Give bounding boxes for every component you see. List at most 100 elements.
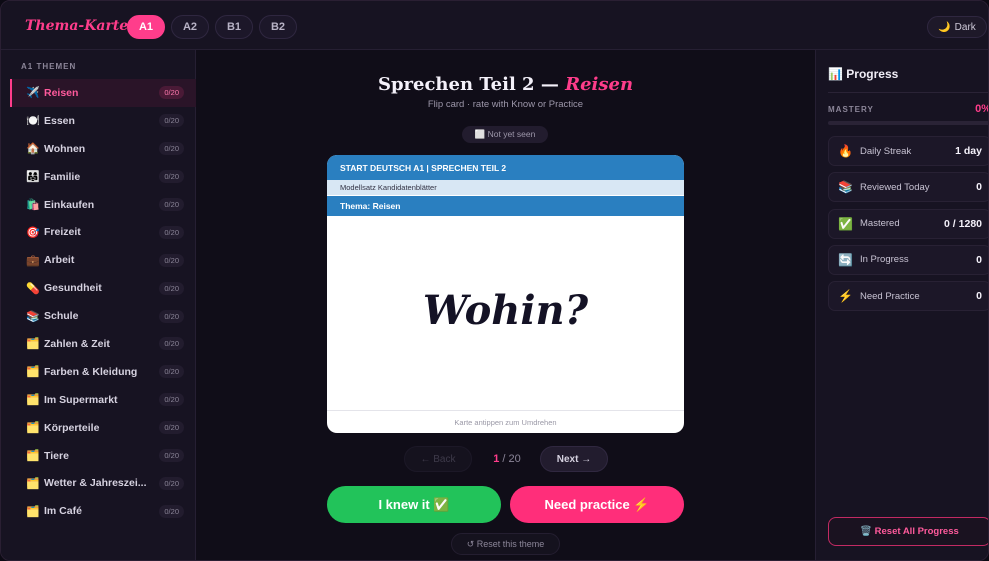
progress-title: 📊 Progress bbox=[828, 67, 899, 81]
books-icon: 📚 bbox=[26, 310, 40, 323]
topic-label: Körperteile bbox=[44, 421, 100, 434]
folder-icon: 🗂️ bbox=[26, 422, 40, 435]
app-logo: Thema-Karten bbox=[25, 18, 139, 34]
sidebar-item-farben-kleidung[interactable]: 🗂️ Farben & Kleidung 0/20 bbox=[10, 358, 196, 386]
topic-count-badge: 0/20 bbox=[159, 309, 184, 323]
main-content: Sprechen Teil 2 — Reisen Flip card · rat… bbox=[196, 50, 815, 560]
topic-label: Gesundheit bbox=[44, 282, 102, 295]
books-icon: 📚 bbox=[838, 180, 853, 195]
sidebar-item-im-cafe[interactable]: 🗂️ Im Café 0/20 bbox=[10, 497, 196, 525]
sidebar-item-tiere[interactable]: 🗂️ Tiere 0/20 bbox=[10, 442, 196, 470]
sidebar-item-familie[interactable]: 👨‍👩‍👧 Familie 0/20 bbox=[10, 163, 196, 191]
page-title: Sprechen Teil 2 — Reisen bbox=[196, 74, 815, 95]
stat-value: 0 bbox=[976, 181, 982, 194]
page-subtitle: Flip card · rate with Know or Practice bbox=[427, 99, 584, 110]
stat-label: Daily Streak bbox=[860, 145, 912, 157]
lightning-icon: ⚡ bbox=[838, 289, 853, 304]
total-card-count: / 20 bbox=[502, 453, 521, 465]
stat-in-progress: 🔄 In Progress 0 bbox=[828, 244, 988, 275]
topic-count-badge: 0/20 bbox=[159, 253, 184, 267]
stat-value: 0 bbox=[976, 290, 982, 303]
back-button[interactable]: ← Back bbox=[404, 446, 472, 472]
mastery-label: MASTERY bbox=[828, 105, 874, 114]
page-title-topic: Reisen bbox=[565, 74, 634, 95]
topic-count-badge: 0/20 bbox=[159, 142, 184, 156]
stat-need-practice: ⚡ Need Practice 0 bbox=[828, 281, 988, 312]
sidebar-item-gesundheit[interactable]: 💊 Gesundheit 0/20 bbox=[10, 274, 196, 302]
sidebar-item-reisen[interactable]: ✈️ Reisen 0/20 bbox=[10, 79, 196, 107]
topic-label: Reisen bbox=[44, 86, 79, 99]
topic-label: Farben & Kleidung bbox=[44, 365, 138, 378]
card-status-badge: ⬜ Not yet seen bbox=[462, 126, 548, 143]
card-navigation: ← Back 1 / 20 Next → bbox=[404, 446, 608, 472]
topic-label: Tiere bbox=[44, 449, 69, 462]
folder-icon: 🗂️ bbox=[26, 450, 40, 463]
topic-label: Essen bbox=[44, 114, 75, 127]
level-tab-b2[interactable]: B2 bbox=[259, 15, 297, 39]
topic-count-badge: 0/20 bbox=[159, 198, 184, 211]
mastery-value: 0% bbox=[975, 103, 988, 115]
stat-value: 0 / 1280 bbox=[944, 217, 982, 230]
card-theme-label: Thema: Reisen bbox=[327, 196, 684, 216]
topic-label: Familie bbox=[44, 170, 81, 183]
card-header: START DEUTSCH A1 | SPRECHEN TEIL 2 bbox=[327, 155, 684, 180]
plate-icon: 🍽️ bbox=[26, 115, 40, 128]
sidebar-item-wetter-jahreszeiten[interactable]: 🗂️ Wetter & Jahreszei... 0/20 bbox=[10, 469, 196, 497]
moon-icon: 🌙 bbox=[938, 21, 951, 33]
level-tab-a1[interactable]: A1 bbox=[127, 15, 165, 39]
next-button[interactable]: Next → bbox=[540, 446, 608, 472]
theme-toggle-label: Dark bbox=[954, 21, 976, 33]
shopping-bags-icon: 🛍️ bbox=[26, 199, 40, 211]
stat-label: In Progress bbox=[860, 254, 909, 266]
topic-count-badge: 0/20 bbox=[159, 337, 184, 351]
sidebar-item-schule[interactable]: 📚 Schule 0/20 bbox=[10, 302, 196, 330]
sidebar-item-im-supermarkt[interactable]: 🗂️ Im Supermarkt 0/20 bbox=[10, 386, 196, 414]
airplane-icon: ✈️ bbox=[26, 87, 40, 100]
sidebar-item-zahlen-zeit[interactable]: 🗂️ Zahlen & Zeit 0/20 bbox=[10, 330, 196, 358]
topic-count-badge: 0/20 bbox=[159, 114, 184, 128]
flashcard[interactable]: START DEUTSCH A1 | SPRECHEN TEIL 2 Model… bbox=[327, 155, 684, 433]
house-icon: 🏠 bbox=[26, 143, 40, 156]
theme-toggle-button[interactable]: 🌙 Dark bbox=[927, 16, 987, 38]
stat-value: 1 day bbox=[955, 145, 982, 157]
stat-label: Need Practice bbox=[860, 290, 920, 302]
stat-label: Mastered bbox=[860, 218, 900, 230]
level-tab-a2[interactable]: A2 bbox=[171, 15, 209, 39]
topic-label: Im Supermarkt bbox=[44, 393, 118, 406]
fire-icon: 🔥 bbox=[838, 144, 853, 158]
topic-count-badge: 0/20 bbox=[159, 421, 184, 435]
target-icon: 🎯 bbox=[26, 226, 40, 239]
briefcase-icon: 💼 bbox=[26, 254, 40, 267]
refresh-icon: 🔄 bbox=[838, 252, 853, 267]
sidebar-item-freizeit[interactable]: 🎯 Freizeit 0/20 bbox=[10, 218, 196, 246]
folder-icon: 🗂️ bbox=[26, 477, 40, 490]
stats-list: 🔥 Daily Streak 1 day 📚 Reviewed Today 0 … bbox=[828, 136, 988, 317]
stat-label: Reviewed Today bbox=[860, 181, 930, 193]
knew-it-button[interactable]: I knew it ✅ bbox=[327, 486, 501, 523]
app-window: Thema-Karten A1 A2 B1 B2 🌙 Dark A1 THEME… bbox=[0, 0, 989, 561]
reset-all-progress-button[interactable]: 🗑️ Reset All Progress bbox=[828, 517, 988, 546]
topic-count-badge: 0/20 bbox=[159, 393, 184, 407]
topic-count-badge: 0/20 bbox=[159, 86, 184, 100]
topic-label: Einkaufen bbox=[44, 198, 95, 211]
sidebar-item-wohnen[interactable]: 🏠 Wohnen 0/20 bbox=[10, 135, 196, 163]
pill-icon: 💊 bbox=[26, 282, 40, 295]
topic-list: ✈️ Reisen 0/20 🍽️ Essen 0/20 🏠 Wohnen 0/… bbox=[10, 79, 196, 525]
level-tab-b1[interactable]: B1 bbox=[215, 15, 253, 39]
topic-label: Im Café bbox=[44, 505, 82, 518]
card-subheader: Modellsatz Kandidatenblätter bbox=[327, 180, 684, 195]
page-title-prefix: Sprechen Teil 2 — bbox=[377, 74, 566, 95]
reset-theme-button[interactable]: ↺ Reset this theme bbox=[451, 533, 560, 555]
topic-count-badge: 0/20 bbox=[159, 281, 184, 295]
topic-count-badge: 0/20 bbox=[159, 504, 184, 518]
folder-icon: 🗂️ bbox=[26, 394, 40, 407]
card-pager: 1 / 20 bbox=[481, 446, 533, 472]
current-card-number: 1 bbox=[493, 453, 500, 465]
topic-count-badge: 0/20 bbox=[159, 170, 184, 184]
sidebar-item-koerperteile[interactable]: 🗂️ Körperteile 0/20 bbox=[10, 414, 196, 442]
need-practice-button[interactable]: Need practice ⚡ bbox=[510, 486, 684, 523]
sidebar-item-einkaufen[interactable]: 🛍️ Einkaufen 0/20 bbox=[10, 191, 196, 219]
sidebar-item-essen[interactable]: 🍽️ Essen 0/20 bbox=[10, 107, 196, 135]
folder-icon: 🗂️ bbox=[26, 505, 40, 518]
sidebar-item-arbeit[interactable]: 💼 Arbeit 0/20 bbox=[10, 246, 196, 274]
